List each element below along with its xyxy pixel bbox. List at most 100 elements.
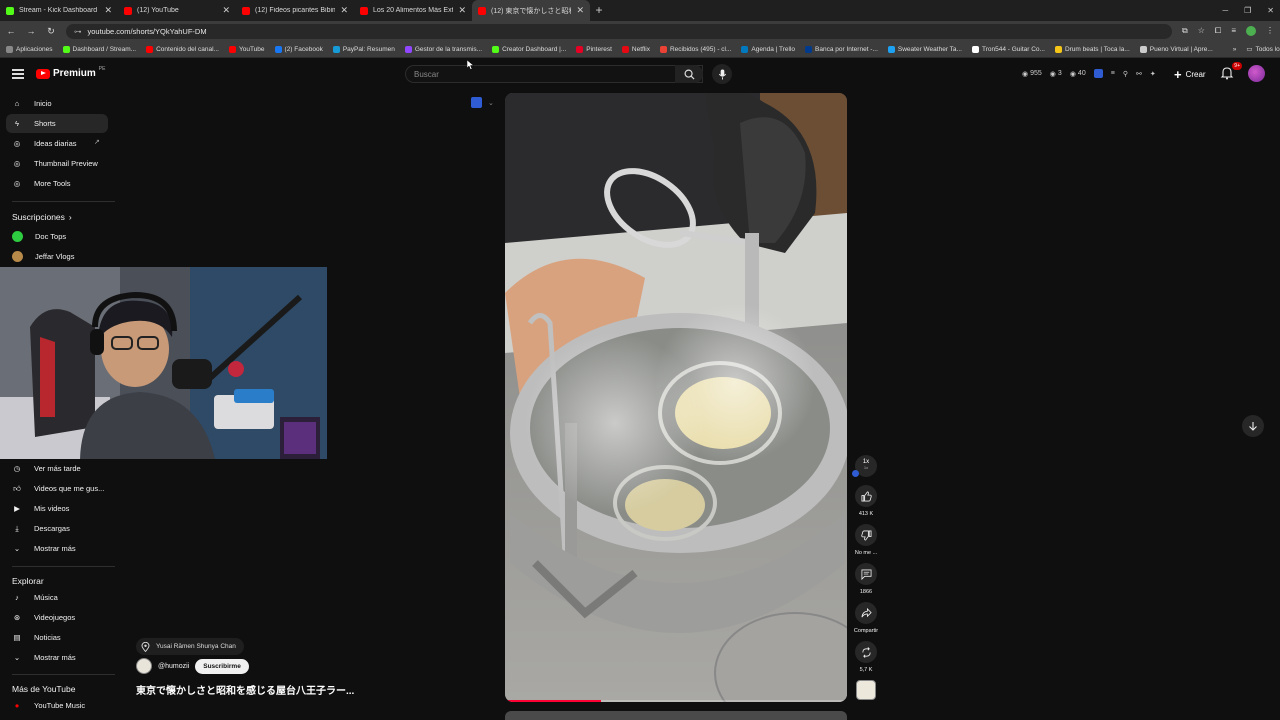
bookmark-item[interactable]: Pueno Virtual | Apre...: [1139, 45, 1213, 53]
stat-value: 40: [1077, 70, 1086, 77]
notifications-button[interactable]: 9+: [1220, 62, 1242, 82]
filter-icon[interactable]: ⚲: [1123, 70, 1128, 78]
back-icon[interactable]: ←: [6, 26, 16, 36]
url-input[interactable]: ⊶ youtube.com/shorts/YQkYahUF-DM: [66, 23, 1173, 39]
stat-value: 955: [1030, 70, 1042, 77]
sidebar-section-heading[interactable]: Suscripciones ›: [12, 212, 72, 222]
channel-avatar: [12, 251, 23, 262]
bookmark-item[interactable]: Pinterest: [576, 45, 612, 53]
sidebar-item[interactable]: ⌄ Mostrar más: [6, 648, 108, 667]
bookmark-item[interactable]: Contenido del canal...: [146, 45, 219, 53]
bookmark-item[interactable]: Banca por Internet -...: [805, 45, 878, 53]
more-bookmarks-icon[interactable]: »: [1233, 46, 1237, 53]
search-input[interactable]: [414, 69, 694, 79]
remix-button[interactable]: [855, 641, 877, 663]
close-window-icon[interactable]: ✕: [1267, 6, 1274, 15]
extension-badge-icon[interactable]: [1093, 69, 1103, 78]
browser-tab[interactable]: (12) YouTube ✕: [118, 0, 236, 21]
all-bookmarks-folder[interactable]: ▭Todos los favoritos: [1246, 45, 1280, 54]
bookmark-item[interactable]: Aplicaciones: [6, 45, 53, 53]
create-button[interactable]: + Crear: [1168, 65, 1212, 83]
browser-profile-avatar[interactable]: [1246, 26, 1256, 36]
media-icon[interactable]: ≡: [1231, 26, 1236, 36]
sparkle-icon[interactable]: ✦: [1150, 70, 1156, 78]
link-icon[interactable]: ⚯: [1136, 70, 1142, 78]
close-tab-icon[interactable]: ✕: [104, 5, 112, 16]
minimize-icon[interactable]: ─: [1222, 6, 1228, 15]
cast-icon[interactable]: ⧉: [1182, 26, 1188, 36]
new-tab-button[interactable]: +: [590, 0, 608, 21]
url-text: youtube.com/shorts/YQkYahUF-DM: [87, 26, 207, 36]
sidebar-item[interactable]: ● YouTube Music: [6, 696, 108, 715]
sidebar-item[interactable]: ◎ Ideas diarias: [6, 134, 108, 153]
bookmark-item[interactable]: (2) Facebook: [274, 45, 323, 53]
forward-icon[interactable]: →: [26, 26, 36, 36]
sidebar-item[interactable]: ϟ Shorts: [6, 114, 108, 133]
sidebar-item[interactable]: ▶ Mis videos: [6, 499, 108, 518]
close-tab-icon[interactable]: ✕: [340, 5, 348, 16]
bookmark-item[interactable]: PayPal: Resumen: [332, 45, 395, 53]
browser-tab[interactable]: (12) 東京で懐かしさと昭和を感 ✕: [472, 0, 590, 21]
channel-avatar[interactable]: [136, 658, 152, 674]
voice-search-button[interactable]: [712, 64, 732, 84]
bookmark-item[interactable]: Drum beats | Toca la...: [1054, 45, 1130, 53]
maximize-icon[interactable]: ❐: [1244, 6, 1251, 15]
bookmark-item[interactable]: Recibidos (495) - cl...: [659, 45, 731, 53]
bookmark-item[interactable]: Gestor de la transmis...: [404, 45, 482, 53]
logo-country-code: PE: [98, 65, 106, 72]
sidebar-item[interactable]: ♪ Música: [6, 588, 108, 607]
share-button[interactable]: [855, 602, 877, 624]
next-short-button[interactable]: [1242, 415, 1264, 437]
bookmark-item[interactable]: Tron544 - Guitar Co...: [971, 45, 1045, 53]
extension-icon: ◎: [13, 159, 21, 168]
subscription-item[interactable]: Doc Tops: [6, 227, 108, 246]
sidebar-item[interactable]: ⤓ Descargas: [6, 519, 108, 538]
extensions-icon[interactable]: ⧠: [1215, 26, 1221, 36]
video-extension-toggle[interactable]: ⌄: [471, 97, 494, 108]
bookmark-item[interactable]: Creator Dashboard |...: [492, 45, 566, 53]
bookmark-item[interactable]: Netflix: [621, 45, 650, 53]
bookmark-item[interactable]: Agenda | Trello: [741, 45, 795, 53]
sidebar-item[interactable]: ⊛ Videojuegos: [6, 608, 108, 627]
subscribe-button[interactable]: Suscribirme: [195, 658, 249, 674]
bookmark-item[interactable]: Sweater Weather Ta...: [887, 45, 962, 53]
location-chip[interactable]: Yusai Rāmen Shunya Chan: [136, 638, 244, 655]
like-button[interactable]: [855, 485, 877, 507]
bookmark-star-icon[interactable]: ☆: [1198, 26, 1205, 36]
browser-tab[interactable]: Los 20 Alimentos Más Extraños ✕: [354, 0, 472, 21]
menu-icon[interactable]: [12, 69, 24, 79]
sidebar-item[interactable]: ⌂ Inicio: [6, 94, 108, 113]
youtube-premium-logo[interactable]: Premium PE: [36, 65, 106, 79]
sound-thumbnail[interactable]: [856, 680, 876, 700]
list-icon[interactable]: ≡: [1111, 70, 1115, 77]
site-info-icon[interactable]: ⊶: [74, 27, 82, 36]
next-short-preview[interactable]: [505, 711, 847, 720]
search-button[interactable]: [675, 65, 703, 83]
close-tab-icon[interactable]: ✕: [222, 5, 230, 16]
news-icon: ▤: [13, 633, 21, 642]
reload-icon[interactable]: ↻: [46, 26, 56, 37]
sidebar-item[interactable]: 👍︎ Videos que me gus...: [6, 479, 108, 498]
search-icon: [684, 69, 695, 80]
sidebar-item[interactable]: ⌄ Mostrar más: [6, 539, 108, 558]
video-progress-bar[interactable]: [505, 700, 847, 702]
section-heading-label: Suscripciones: [12, 212, 65, 222]
close-tab-icon[interactable]: ✕: [576, 5, 584, 16]
comments-button[interactable]: [855, 563, 877, 585]
sidebar-item[interactable]: ▤ Noticias: [6, 628, 108, 647]
sidebar-item[interactable]: ◎ More Tools: [6, 174, 108, 193]
short-title[interactable]: 東京で懐かしさと昭和を感じる屋台八王子ラー...: [136, 682, 354, 697]
browser-tab[interactable]: (12) Fideos picantes Bibim con ✕: [236, 0, 354, 21]
channel-handle[interactable]: @humozii: [158, 663, 189, 670]
browser-tab[interactable]: Stream - Kick Dashboard ✕: [0, 0, 118, 21]
dislike-button[interactable]: [855, 524, 877, 546]
sidebar-item[interactable]: ◷ Ver más tarde: [6, 459, 108, 478]
bookmark-item[interactable]: YouTube: [228, 45, 265, 53]
short-video-player[interactable]: [505, 93, 847, 702]
close-tab-icon[interactable]: ✕: [458, 5, 466, 16]
browser-menu-icon[interactable]: ⋮: [1266, 26, 1274, 36]
bookmark-item[interactable]: Dashboard / Stream...: [62, 45, 136, 53]
account-avatar[interactable]: [1248, 65, 1265, 82]
sidebar-item[interactable]: ◎ Thumbnail Preview: [6, 154, 108, 173]
subscription-item[interactable]: Jeffar Vlogs: [6, 247, 108, 266]
